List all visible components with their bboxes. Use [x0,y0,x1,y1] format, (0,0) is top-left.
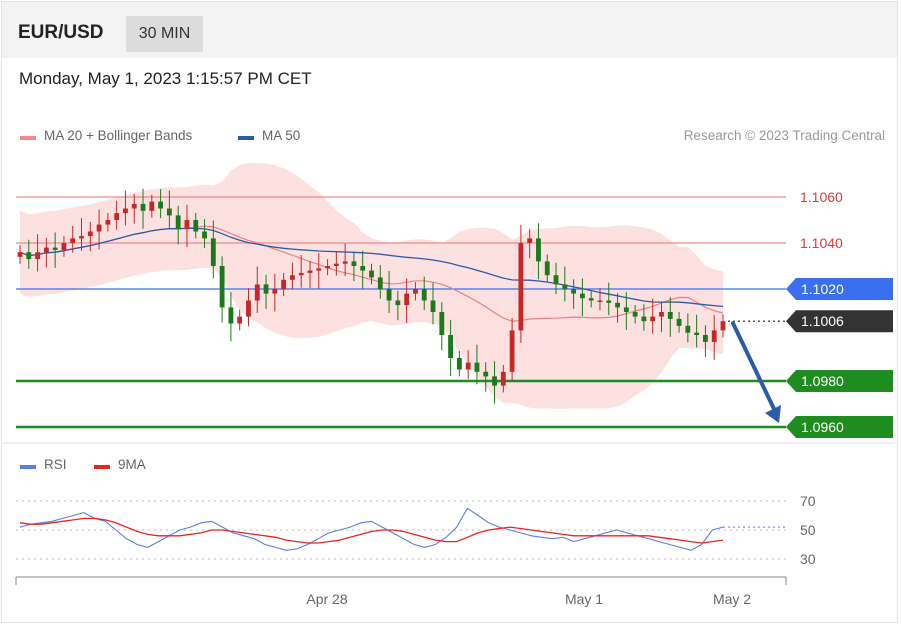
candle-body [123,208,128,214]
candle-body [659,312,664,317]
candle-body [61,243,67,250]
candle-body [342,261,348,264]
candle-body [79,236,84,239]
candle-body [26,252,32,260]
candle-body [219,266,225,308]
candle-body [404,293,410,306]
candle-body [448,335,454,358]
candle-body [369,270,374,278]
candle-body [96,224,102,232]
candle-body [184,220,190,230]
candle-body [263,284,269,294]
candle-body [632,312,638,317]
price-chart-svg: 1.1060 1.1040 1.1020 1.1006 1.0980 1.0960 70 50… [2,162,897,607]
candle-body [289,275,295,280]
candle-body [131,203,137,209]
candle-body [272,289,278,294]
candle-body [597,300,603,302]
x-tick-label: Apr 28 [306,591,347,607]
candle-body [623,307,629,312]
rsi-tick-50: 50 [800,522,816,538]
price-label-1.1060: 1.1060 [800,189,843,205]
candle-body [492,376,497,386]
candle-body [210,238,216,266]
candle-body [579,293,585,299]
candle-body [641,316,647,322]
candle-body [149,201,155,211]
candle-body [166,208,172,216]
candle-body [281,279,287,289]
candle-body [413,289,418,294]
candle-body [439,312,445,335]
candle-body [483,371,489,377]
candle-body [518,243,524,331]
candle-body [465,362,471,370]
candle-body [70,238,76,243]
candle-body [333,263,339,266]
candle-body [298,272,304,276]
candle-body [360,266,366,271]
candle-body [114,213,120,220]
candle-body [237,316,243,324]
forecast-arrow-shaft [731,321,777,413]
candle-body [562,284,568,289]
candle-body [351,261,357,266]
candle-body [158,201,164,209]
price-label-1.1006: 1.1006 [801,313,844,329]
rsi-tick-70: 70 [800,493,816,509]
candle-body [667,312,673,319]
x-tick-label: May 1 [565,591,603,607]
candle-body [615,302,620,308]
candle-body [193,220,199,232]
candle-body [536,238,541,262]
price-label-1.1040: 1.1040 [800,235,843,251]
candle-body [553,275,559,285]
candle-body [17,252,23,257]
candle-body [685,325,691,333]
candle-body [509,330,515,372]
price-label-1.1020: 1.1020 [801,281,844,297]
x-tick-label: May 2 [713,591,751,607]
candle-body [140,203,146,211]
candle-body [175,215,181,230]
candle-body [246,300,251,317]
candle-body [87,231,93,237]
rsi-line [19,507,724,551]
rsi-tick-30: 30 [800,551,816,567]
candle-body [202,231,207,239]
candle-body [386,289,392,301]
candle-body [421,289,427,301]
candle-body [711,330,717,342]
candle-body [544,261,550,276]
candle-body [35,252,40,260]
candle-body [606,300,612,303]
candle-body [377,277,383,289]
candle-body [588,298,594,301]
candle-body [703,335,708,342]
candle-body [527,238,533,243]
candle-body [500,371,506,386]
candle-body [694,332,700,335]
price-label-1.0960: 1.0960 [801,419,844,435]
candle-body [474,362,480,372]
candle-body [43,247,49,253]
candle-body [676,318,682,326]
candle-body [395,300,401,306]
price-label-1.0980: 1.0980 [801,373,844,389]
candle-body [316,268,322,271]
candle-body [52,247,58,250]
candle-body [254,284,260,301]
candle-body [650,316,656,322]
candle-body [307,270,313,273]
candle-body [430,300,436,312]
candle-body [571,289,577,294]
candle-body [325,266,330,269]
candle-body [456,358,462,370]
candle-body [720,321,726,331]
candle-body [105,220,111,225]
candle-body [228,307,234,324]
